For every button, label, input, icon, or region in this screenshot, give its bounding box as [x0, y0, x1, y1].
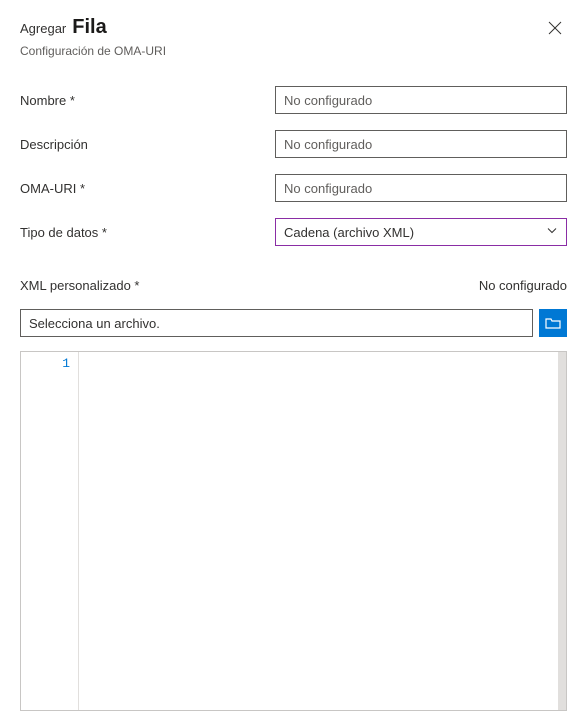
file-placeholder: Selecciona un archivo.: [29, 316, 160, 331]
file-path-input[interactable]: Selecciona un archivo.: [20, 309, 533, 337]
xml-label: XML personalizado *: [20, 278, 139, 293]
nombre-label: Nombre *: [20, 93, 275, 108]
line-number: 1: [25, 356, 70, 371]
folder-icon: [545, 316, 561, 330]
editor-gutter: 1: [21, 352, 79, 710]
close-icon: [548, 21, 562, 35]
file-picker-row: Selecciona un archivo.: [20, 309, 567, 337]
xml-editor[interactable]: 1: [20, 351, 567, 711]
descripcion-input[interactable]: [275, 130, 567, 158]
nombre-input[interactable]: [275, 86, 567, 114]
title-group: Agregar Fila: [20, 16, 107, 39]
subtitle: Configuración de OMA-URI: [20, 44, 567, 58]
xml-header: XML personalizado * No configurado: [20, 278, 567, 293]
omauri-label: OMA-URI *: [20, 181, 275, 196]
tipodatos-select[interactable]: Cadena (archivo XML): [275, 218, 567, 246]
browse-file-button[interactable]: [539, 309, 567, 337]
tipodatos-label: Tipo de datos *: [20, 225, 275, 240]
form-row-descripcion: Descripción: [20, 130, 567, 158]
tipodatos-selected: Cadena (archivo XML): [284, 225, 414, 240]
form-row-nombre: Nombre *: [20, 86, 567, 114]
editor-content[interactable]: [79, 352, 566, 710]
xml-status: No configurado: [479, 278, 567, 293]
title-main: Fila: [72, 16, 106, 39]
form-row-tipodatos: Tipo de datos * Cadena (archivo XML): [20, 218, 567, 246]
title-prefix: Agregar: [20, 21, 66, 36]
chevron-down-icon: [546, 225, 558, 240]
close-button[interactable]: [543, 16, 567, 40]
header: Agregar Fila: [20, 16, 567, 40]
descripcion-label: Descripción: [20, 137, 275, 152]
omauri-input[interactable]: [275, 174, 567, 202]
form-row-omauri: OMA-URI *: [20, 174, 567, 202]
xml-section: XML personalizado * No configurado Selec…: [20, 278, 567, 711]
